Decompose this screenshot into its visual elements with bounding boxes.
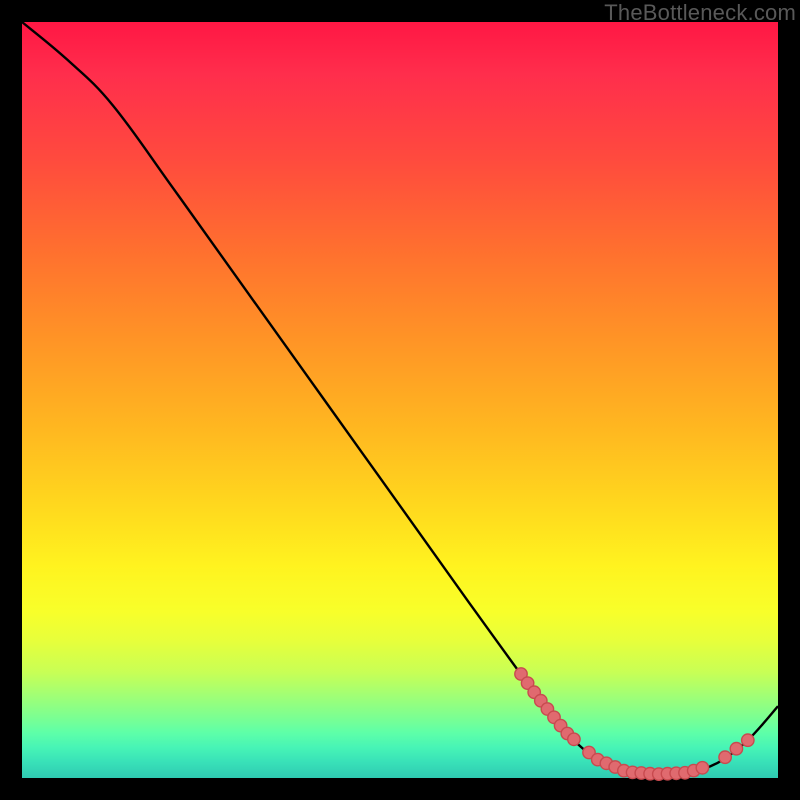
bottleneck-curve bbox=[22, 22, 778, 774]
data-dot bbox=[696, 762, 708, 774]
plot-area bbox=[22, 22, 778, 778]
watermark-text: TheBottleneck.com bbox=[604, 0, 800, 26]
data-dot bbox=[742, 734, 754, 746]
bottleneck-curve-svg bbox=[22, 22, 778, 778]
data-dot bbox=[730, 743, 742, 755]
data-dot bbox=[719, 751, 731, 763]
chart-frame: TheBottleneck.com bbox=[0, 0, 800, 800]
data-dot bbox=[568, 733, 580, 745]
